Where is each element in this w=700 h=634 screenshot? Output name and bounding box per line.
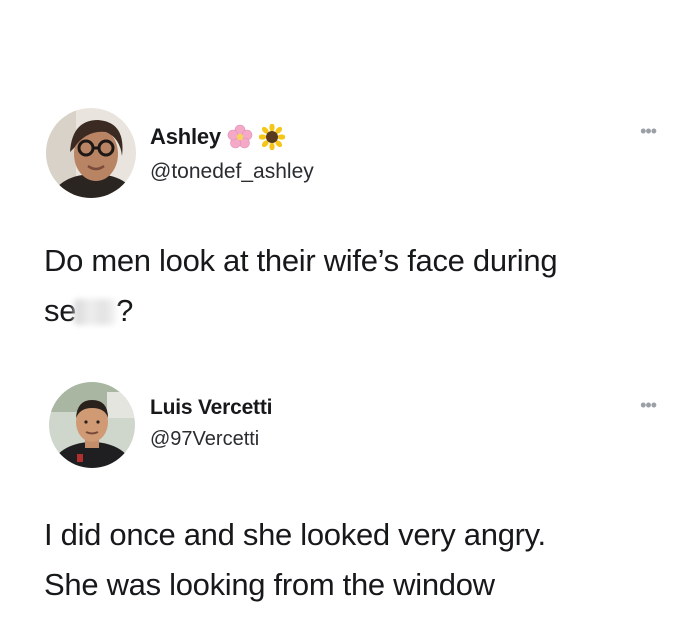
sunflower-icon [258, 123, 286, 151]
more-options-icon[interactable]: ••• [640, 396, 657, 414]
cherry-blossom-icon [227, 124, 253, 150]
tweet-text: Do men look at their wife’s face during … [44, 236, 656, 336]
avatar-ashley-image [46, 108, 136, 198]
display-name[interactable]: Ashley [150, 124, 221, 150]
avatar-luis[interactable] [49, 382, 135, 468]
tweet-text-line-2: se? [44, 286, 656, 336]
tweet-text-line-1: I did once and she looked very angry. [44, 517, 546, 552]
censored-blur [74, 299, 117, 325]
avatar-luis-image [49, 382, 135, 468]
tweet-text: I did once and she looked very angry. Sh… [44, 510, 656, 610]
avatar-ashley[interactable] [46, 108, 136, 198]
tweet-ashley[interactable]: Ashley @tonedef_ashley ••• Do men look a… [0, 0, 700, 360]
handle[interactable]: @97Vercetti [150, 428, 259, 451]
screenshot-page: Ashley @tonedef_ashley ••• Do men look a… [0, 0, 700, 634]
name-row-luis: Luis Vercetti [150, 396, 272, 420]
tweet-text-question-mark: ? [116, 293, 134, 328]
tweet-text-line-1: Do men look at their wife’s face during [44, 243, 558, 278]
tweet-luis[interactable]: Luis Vercetti @97Vercetti ••• I did once… [0, 360, 700, 634]
name-row-ashley: Ashley [150, 123, 286, 151]
display-name[interactable]: Luis Vercetti [150, 396, 272, 420]
handle[interactable]: @tonedef_ashley [150, 160, 314, 184]
more-options-icon[interactable]: ••• [640, 122, 657, 140]
tweet-text-visible-part: se [44, 293, 77, 328]
tweet-text-line-2: She was looking from the window [44, 567, 495, 602]
